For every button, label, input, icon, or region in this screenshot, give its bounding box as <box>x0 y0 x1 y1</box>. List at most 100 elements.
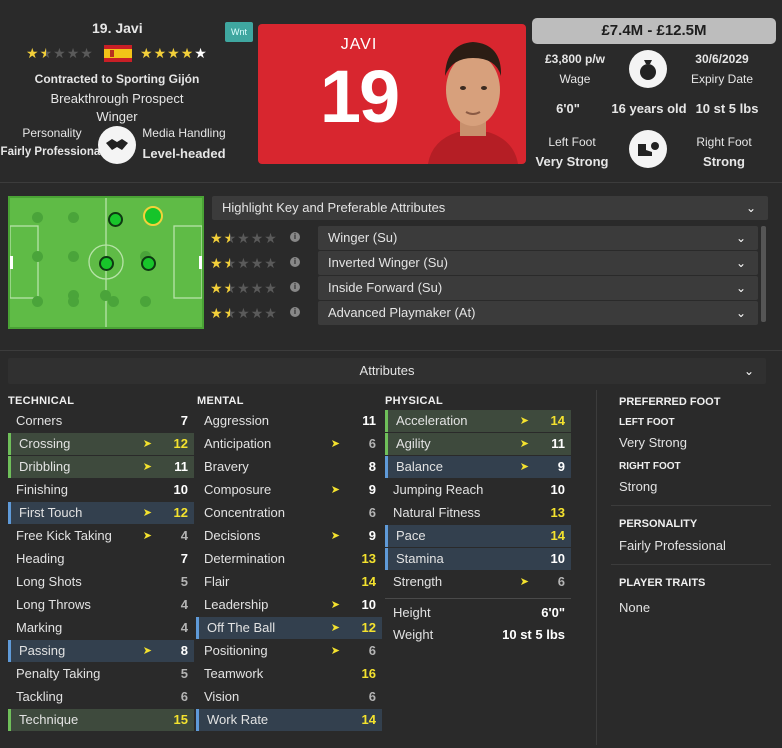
attribute-row[interactable]: Long Shots 5 <box>8 571 194 593</box>
attribute-row[interactable]: Finishing 10 <box>8 479 194 501</box>
attribute-value: 12 <box>173 505 188 520</box>
arrow-up-icon: ➤ <box>142 438 152 450</box>
role-row[interactable]: ★ ★ ★ ★ ★ i Inside Forward (Su) ⌄ <box>210 276 758 300</box>
attribute-row[interactable]: Balance ➤ 9 <box>385 456 571 478</box>
role-row[interactable]: ★ ★ ★ ★ ★ i Winger (Su) ⌄ <box>210 226 758 250</box>
role-row[interactable]: ★ ★ ★ ★ ★ i Advanced Playmaker (At) ⌄ <box>210 301 758 325</box>
attribute-value: 12 <box>173 436 188 451</box>
attribute-row[interactable]: Tackling 6 <box>8 686 194 708</box>
info-icon[interactable]: i <box>290 232 300 242</box>
attribute-row[interactable]: Agility ➤ 11 <box>385 433 571 455</box>
attribute-row[interactable]: Vision 6 <box>196 686 382 708</box>
attribute-row[interactable]: Stamina 10 <box>385 548 571 570</box>
transfer-value[interactable]: £7.4M - £12.5M <box>532 18 776 44</box>
roles-scrollbar[interactable] <box>761 226 766 322</box>
attribute-value: 10 <box>173 482 188 497</box>
position-dot[interactable] <box>100 290 111 301</box>
position-pitch[interactable] <box>8 196 204 329</box>
attribute-row[interactable]: Heading 7 <box>8 548 194 570</box>
weight-value: 10 st 5 lbs <box>695 101 759 116</box>
attribute-value: 10 <box>550 482 565 497</box>
position-dot[interactable] <box>32 296 43 307</box>
attribute-value: 11 <box>551 436 565 451</box>
attribute-row[interactable]: Work Rate 14 <box>196 709 382 731</box>
attribute-row[interactable]: Teamwork 16 <box>196 663 382 685</box>
attribute-row[interactable]: Aggression 11 <box>196 410 382 432</box>
position-dot[interactable] <box>68 251 79 262</box>
position-dot-natural[interactable] <box>143 206 163 226</box>
height-row: Height 6'0" <box>385 602 571 624</box>
spain-flag-icon[interactable] <box>104 45 132 62</box>
contract-text[interactable]: Contracted to Sporting Gijón <box>0 72 234 86</box>
position-dot[interactable] <box>32 212 43 223</box>
player-photo <box>418 28 526 164</box>
personality-title: PERSONALITY <box>619 518 698 530</box>
attribute-row[interactable]: Technique 15 <box>8 709 194 731</box>
attribute-row[interactable]: First Touch ➤ 12 <box>8 502 194 524</box>
arrow-up-icon: ➤ <box>519 415 529 427</box>
position-dot-active[interactable] <box>99 256 114 271</box>
role-dropdown[interactable]: Inverted Winger (Su) ⌄ <box>318 251 758 275</box>
attribute-row[interactable]: Off The Ball ➤ 12 <box>196 617 382 639</box>
arrow-up-icon: ➤ <box>330 645 340 657</box>
attribute-row[interactable]: Natural Fitness 13 <box>385 502 571 524</box>
position-dot-active[interactable] <box>141 256 156 271</box>
attribute-name: Marking <box>16 620 63 635</box>
attribute-row[interactable]: Crossing ➤ 12 <box>8 433 194 455</box>
attribute-row[interactable]: Anticipation ➤ 6 <box>196 433 382 455</box>
position-dot-active[interactable] <box>108 212 123 227</box>
attribute-row[interactable]: Acceleration ➤ 14 <box>385 410 571 432</box>
attribute-name: Dribbling <box>19 459 71 474</box>
attribute-row[interactable]: Free Kick Taking ➤ 4 <box>8 525 194 547</box>
arrow-up-icon: ➤ <box>142 645 152 657</box>
star-icon: ★ <box>264 255 277 271</box>
highlight-attributes-dropdown[interactable]: Highlight Key and Preferable Attributes … <box>212 196 768 220</box>
attribute-row[interactable]: Penalty Taking 5 <box>8 663 194 685</box>
position-badge[interactable]: Wnt <box>225 22 253 42</box>
position-dot[interactable] <box>68 212 79 223</box>
attribute-row[interactable]: Strength ➤ 6 <box>385 571 571 593</box>
attribute-row[interactable]: Determination 13 <box>196 548 382 570</box>
chevron-down-icon: ⌄ <box>735 231 746 245</box>
attribute-name: Aggression <box>204 413 270 428</box>
attribute-row[interactable]: Positioning ➤ 6 <box>196 640 382 662</box>
attribute-row[interactable]: Pace 14 <box>385 525 571 547</box>
role-stars: ★ ★ ★ ★ ★ <box>210 281 277 295</box>
position-dot[interactable] <box>68 290 79 301</box>
attributes-dropdown[interactable]: Attributes ⌄ <box>8 358 766 384</box>
attribute-value: 6 <box>180 689 188 704</box>
weight-label: Weight <box>393 627 434 642</box>
position-dot[interactable] <box>32 251 43 262</box>
role-dropdown[interactable]: Advanced Playmaker (At) ⌄ <box>318 301 758 325</box>
attribute-name: Long Shots <box>16 574 82 589</box>
attribute-value: 10 <box>550 551 565 566</box>
attribute-row[interactable]: Flair 14 <box>196 571 382 593</box>
attribute-row[interactable]: Jumping Reach 10 <box>385 479 571 501</box>
role-dropdown[interactable]: Winger (Su) ⌄ <box>318 226 758 250</box>
role-label: Advanced Playmaker (At) <box>328 305 476 320</box>
attribute-row[interactable]: Dribbling ➤ 11 <box>8 456 194 478</box>
attribute-row[interactable]: Passing ➤ 8 <box>8 640 194 662</box>
role-dropdown[interactable]: Inside Forward (Su) ⌄ <box>318 276 758 300</box>
attribute-row[interactable]: Bravery 8 <box>196 456 382 478</box>
player-name[interactable]: 19. Javi <box>92 20 143 36</box>
attribute-row[interactable]: Composure ➤ 9 <box>196 479 382 501</box>
position-dot[interactable] <box>140 296 151 307</box>
role-row[interactable]: ★ ★ ★ ★ ★ i Inverted Winger (Su) ⌄ <box>210 251 758 275</box>
star-icon: ★ <box>39 45 53 61</box>
attribute-value: 11 <box>362 413 376 428</box>
star-icon: ★ <box>223 230 237 246</box>
attribute-row[interactable]: Long Throws 4 <box>8 594 194 616</box>
attribute-row[interactable]: Marking 4 <box>8 617 194 639</box>
attribute-row[interactable]: Corners 7 <box>8 410 194 432</box>
attribute-value: 8 <box>368 459 376 474</box>
attribute-row[interactable]: Concentration 6 <box>196 502 382 524</box>
attribute-row[interactable]: Decisions ➤ 9 <box>196 525 382 547</box>
info-icon[interactable]: i <box>290 307 300 317</box>
info-icon[interactable]: i <box>290 257 300 267</box>
side-divider-2 <box>611 564 771 565</box>
attribute-row[interactable]: Leadership ➤ 10 <box>196 594 382 616</box>
height-value: 6'0" <box>541 605 565 620</box>
info-icon[interactable]: i <box>290 282 300 292</box>
attribute-value: 9 <box>368 482 376 497</box>
